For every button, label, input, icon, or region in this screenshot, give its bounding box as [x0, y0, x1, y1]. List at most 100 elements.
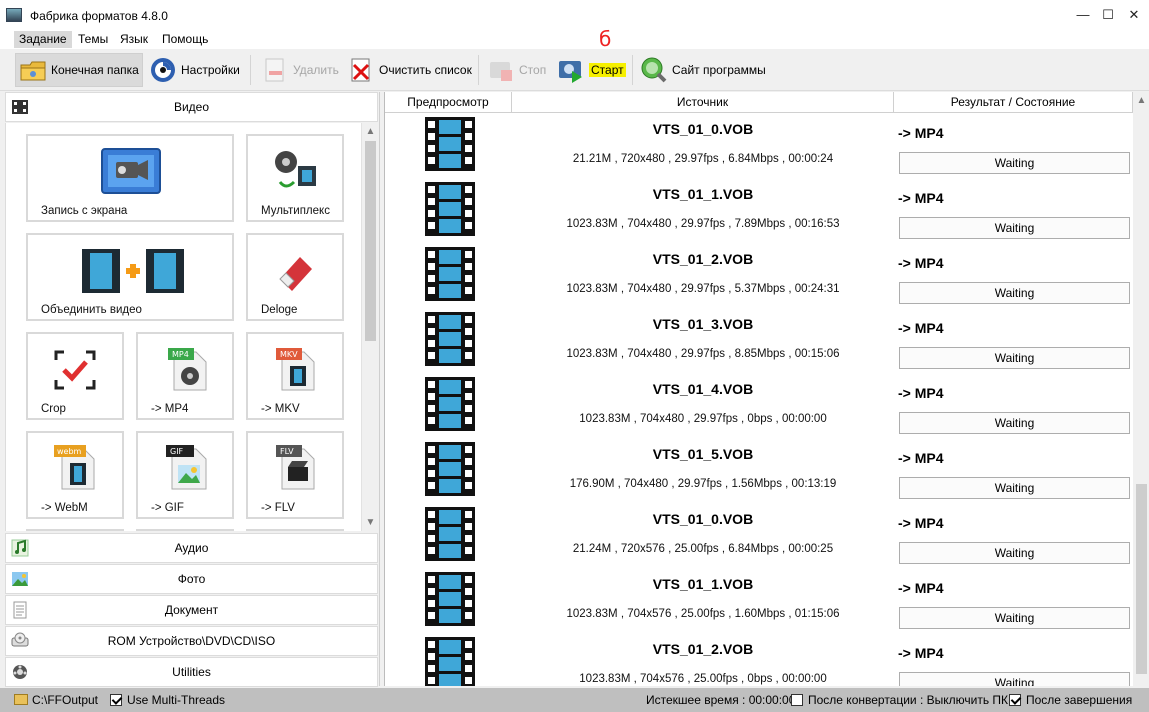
- target-format: -> MP4: [898, 515, 944, 531]
- table-row[interactable]: VTS_01_3.VOB 1023.83M , 704x480 , 29.97fp…: [385, 309, 1133, 374]
- tile-to-flv[interactable]: FLV -> FLV: [246, 431, 344, 519]
- clear-list-button[interactable]: Очистить список: [344, 53, 475, 87]
- menu-themes[interactable]: Темы: [73, 31, 113, 48]
- close-button[interactable]: ✕: [1124, 6, 1144, 24]
- table-row[interactable]: VTS_01_0.VOB 21.24M , 720x576 , 25.00fps …: [385, 504, 1133, 569]
- table-row[interactable]: VTS_01_5.VOB 176.90M , 704x480 , 29.97fps…: [385, 439, 1133, 504]
- status-button[interactable]: Waiting: [899, 152, 1130, 174]
- menu-language[interactable]: Язык: [115, 31, 153, 48]
- status-button[interactable]: Waiting: [899, 347, 1130, 369]
- file-info: 21.24M , 720x576 , 25.00fps , 6.84Mbps ,…: [572, 543, 834, 555]
- document-icon: [11, 601, 29, 619]
- category-utilities[interactable]: Utilities: [5, 657, 378, 687]
- checkbox-checked[interactable]: [1009, 694, 1021, 706]
- video-file-icon: [425, 117, 475, 171]
- tile-to-gif[interactable]: GIF -> GIF: [136, 431, 234, 519]
- settings-gear-icon: [149, 56, 177, 84]
- tile-partial: [26, 529, 124, 531]
- checkbox-unchecked[interactable]: [791, 694, 803, 706]
- start-play-icon: [557, 56, 585, 84]
- status-button[interactable]: Waiting: [899, 607, 1130, 629]
- list-scroll-up-icon[interactable]: ▲: [1133, 92, 1149, 109]
- scroll-up-arrow-icon[interactable]: ▲: [362, 123, 379, 140]
- list-scroll-thumb[interactable]: [1136, 484, 1147, 674]
- category-photo[interactable]: Фото: [5, 564, 378, 594]
- file-info: 1023.83M , 704x480 , 29.97fps , 8.85Mbps…: [566, 348, 840, 360]
- delete-button[interactable]: Удалить: [258, 53, 342, 87]
- file-info: 1023.83M , 704x576 , 25.00fps , 0bps , 0…: [579, 673, 827, 685]
- tile-to-mp4[interactable]: MP4 -> MP4: [136, 332, 234, 420]
- tile-delogo-label: Deloge: [261, 304, 298, 316]
- column-source[interactable]: Источник: [512, 92, 894, 113]
- after-finish-checkbox[interactable]: После завершения: [1009, 693, 1132, 707]
- tile-to-mkv[interactable]: MKV -> MKV: [246, 332, 344, 420]
- tile-delogo[interactable]: Deloge: [246, 233, 344, 321]
- stop-button[interactable]: Стоп: [484, 53, 549, 87]
- multithreads-checkbox[interactable]: Use Multi-Threads: [110, 693, 225, 707]
- status-button[interactable]: Waiting: [899, 672, 1130, 686]
- tile-to-webm[interactable]: webm -> WebM: [26, 431, 124, 519]
- checkbox-checked[interactable]: [110, 694, 122, 706]
- table-row[interactable]: VTS_01_1.VOB 1023.83M , 704x480 , 29.97fp…: [385, 179, 1133, 244]
- video-tools-grid: Запись с экрана Мультиплекс Объединить в…: [5, 123, 361, 531]
- output-path[interactable]: C:\FFOutput: [14, 693, 98, 707]
- column-result[interactable]: Результат / Состояние: [894, 92, 1133, 113]
- svg-text:FLV: FLV: [280, 447, 294, 456]
- settings-button[interactable]: Настройки: [146, 53, 243, 87]
- category-document[interactable]: Документ: [5, 595, 378, 625]
- after-convert-checkbox[interactable]: После конвертации : Выключить ПК: [791, 693, 1008, 707]
- table-row[interactable]: VTS_01_2.VOB 1023.83M , 704x576 , 25.00fp…: [385, 634, 1133, 686]
- video-file-icon: [425, 572, 475, 626]
- target-format: -> MP4: [898, 645, 944, 661]
- utilities-icon: [11, 663, 29, 681]
- menu-help[interactable]: Помощь: [157, 31, 213, 48]
- svg-text:MKV: MKV: [280, 350, 298, 359]
- webm-file-icon: webm: [54, 445, 95, 490]
- tile-screen-record[interactable]: Запись с экрана: [26, 134, 234, 222]
- status-button[interactable]: Waiting: [899, 282, 1130, 304]
- file-name: VTS_01_0.VOB: [652, 511, 754, 527]
- table-row[interactable]: VTS_01_1.VOB 1023.83M , 704x576 , 25.00fp…: [385, 569, 1133, 634]
- disc-drive-icon: [11, 632, 29, 650]
- status-button[interactable]: Waiting: [899, 542, 1130, 564]
- file-name: VTS_01_4.VOB: [652, 381, 754, 397]
- file-name: VTS_01_5.VOB: [652, 446, 754, 462]
- menu-task[interactable]: Задание: [14, 31, 72, 48]
- file-info: 1023.83M , 704x480 , 29.97fps , 5.37Mbps…: [566, 283, 840, 295]
- tiles-scrollbar[interactable]: ▲ ▼: [361, 123, 378, 531]
- status-button[interactable]: Waiting: [899, 477, 1130, 499]
- delete-doc-icon: [261, 56, 289, 84]
- maximize-button[interactable]: ☐: [1098, 6, 1118, 24]
- scroll-thumb[interactable]: [365, 141, 376, 341]
- svg-text:webm: webm: [57, 447, 82, 456]
- tile-join-video[interactable]: Объединить видео: [26, 233, 234, 321]
- output-folder-button[interactable]: Конечная папка: [15, 53, 143, 87]
- category-video[interactable]: Видео: [5, 92, 378, 122]
- column-preview[interactable]: Предпросмотр: [385, 92, 512, 113]
- minimize-button[interactable]: —: [1073, 6, 1093, 24]
- multiplex-icon: [275, 151, 316, 188]
- toolbar: Конечная папка Настройки Удалить Очистит…: [0, 28, 1149, 91]
- category-rom-device[interactable]: ROM Устройство\DVD\CD\ISO: [5, 626, 378, 656]
- list-scrollbar[interactable]: ▲: [1133, 92, 1149, 686]
- table-row[interactable]: VTS_01_4.VOB 1023.83M , 704x480 , 29.97fp…: [385, 374, 1133, 439]
- tile-multiplex-label: Мультиплекс: [261, 205, 330, 217]
- video-file-icon: [425, 377, 475, 431]
- window-title: Фабрика форматов 4.8.0: [30, 9, 168, 23]
- video-file-icon: [425, 182, 475, 236]
- toolbar-separator: [250, 55, 251, 85]
- table-row[interactable]: VTS_01_2.VOB 1023.83M , 704x480 , 29.97fp…: [385, 244, 1133, 309]
- status-button[interactable]: Waiting: [899, 412, 1130, 434]
- tile-multiplex[interactable]: Мультиплекс: [246, 134, 344, 222]
- tile-to-flv-label: -> FLV: [261, 502, 295, 514]
- category-audio[interactable]: Аудио: [5, 533, 378, 563]
- scroll-down-arrow-icon[interactable]: ▼: [362, 514, 379, 531]
- category-document-label: Документ: [164, 603, 219, 617]
- tile-crop[interactable]: Crop: [26, 332, 124, 420]
- start-button[interactable]: Старт: [554, 53, 629, 87]
- status-button[interactable]: Waiting: [899, 217, 1130, 239]
- table-row[interactable]: VTS_01_0.VOB 21.21M , 720x480 , 29.97fps …: [385, 114, 1133, 179]
- file-name: VTS_01_1.VOB: [652, 186, 754, 202]
- website-button[interactable]: Сайт программы: [637, 53, 769, 87]
- video-clapper-icon: [11, 98, 29, 116]
